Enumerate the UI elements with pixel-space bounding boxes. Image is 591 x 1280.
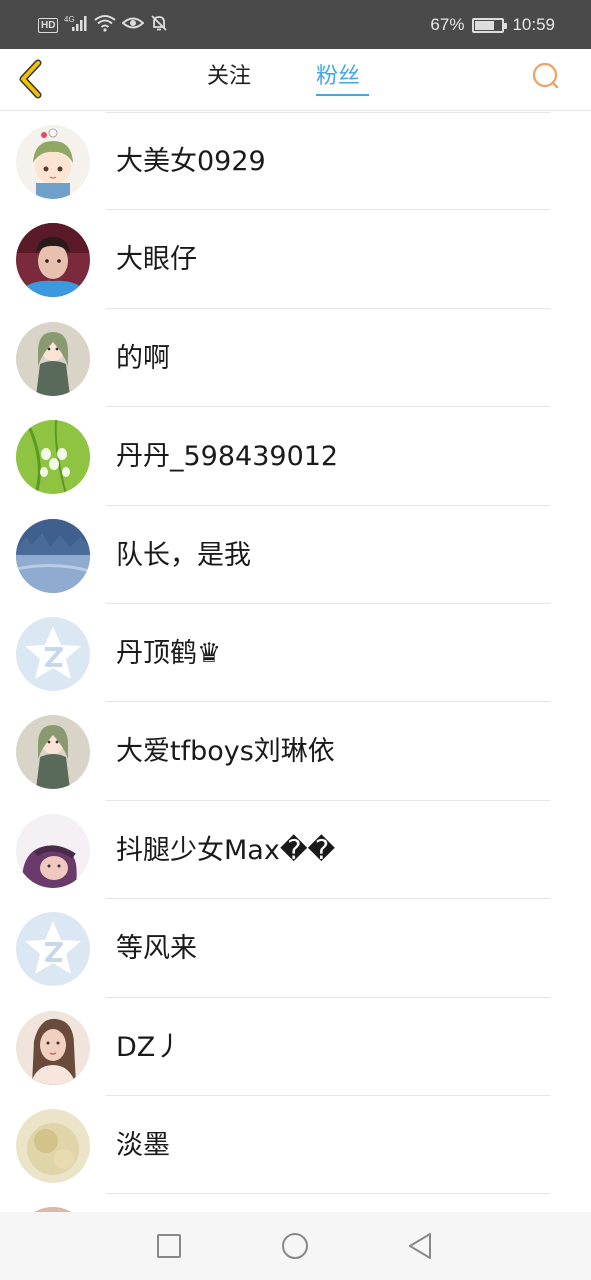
fan-nickname: 队长，是我 — [116, 539, 251, 571]
fan-list-item[interactable]: 队长，是我 — [0, 506, 591, 604]
wifi-icon — [94, 14, 117, 36]
status-icons-left: HD 4G — [38, 14, 168, 36]
battery-icon — [472, 17, 508, 33]
circle-icon — [282, 1233, 308, 1259]
clock: 10:59 — [512, 15, 555, 34]
fan-list-item[interactable]: 大美女0929 — [0, 112, 591, 211]
default-qq-avatar[interactable] — [16, 616, 90, 691]
fan-nickname: 丹丹_598439012 — [116, 441, 339, 473]
fan-list-item[interactable]: 的啊 — [0, 309, 591, 408]
fan-nickname: 的啊 — [116, 342, 170, 374]
anime-boy-avatar[interactable] — [16, 125, 90, 199]
fan-list-item[interactable]: 大爱tfboys刘琳依 — [0, 702, 591, 801]
default-qq-avatar[interactable] — [16, 912, 90, 987]
fan-list-item-partial[interactable] — [0, 1194, 591, 1212]
anime-girl-avatar[interactable] — [16, 715, 90, 790]
signal-icon: 4G — [64, 14, 88, 36]
fan-list-item[interactable]: 抖腿少女Max�� — [0, 801, 591, 900]
status-bar: HD 4G 67% 10:59 — [0, 0, 591, 49]
search-icon — [532, 62, 559, 89]
mute-bell-icon — [150, 14, 168, 36]
top-navigation-bar: 关注 粉丝 — [0, 49, 591, 111]
fan-nickname: 等风来 — [116, 933, 197, 965]
fan-list-item[interactable]: 等风来 — [0, 899, 591, 998]
fan-nickname: 丹顶鹤♛ — [116, 637, 222, 669]
search-button[interactable] — [531, 61, 561, 91]
tab-bar: 关注 粉丝 — [0, 49, 591, 111]
faded-photo-avatar[interactable] — [16, 1108, 90, 1183]
anime-girl-avatar[interactable] — [16, 321, 90, 396]
hd-badge: HD — [38, 17, 59, 33]
fan-nickname: 淡墨 — [116, 1129, 170, 1161]
photo-avatar[interactable] — [16, 223, 90, 298]
fan-nickname: 抖腿少女Max�� — [116, 834, 336, 866]
square-icon — [157, 1234, 181, 1258]
fan-list-item[interactable]: 丹顶鹤♛ — [0, 604, 591, 703]
fan-nickname: 大眼仔 — [116, 244, 197, 276]
recent-apps-button[interactable] — [153, 1230, 185, 1262]
tab-fans[interactable]: 粉丝 — [316, 63, 360, 91]
home-button[interactable] — [279, 1230, 311, 1262]
fan-list-item[interactable]: 丹丹_598439012 — [0, 407, 591, 506]
fan-nickname: 大爱tfboys刘琳依 — [116, 736, 335, 768]
fans-list: 大美女0929 大眼仔的啊丹丹_598439012 队长，是我丹顶鹤♛ 大爱tfboy… — [0, 112, 591, 1212]
fan-list-item[interactable]: 大眼仔 — [0, 210, 591, 309]
fan-nickname: 大美女0929 — [116, 146, 266, 177]
battery-percent: 67% — [430, 15, 465, 34]
green-plant-avatar[interactable] — [16, 420, 90, 495]
tab-following[interactable]: 关注 — [207, 63, 251, 91]
fan-nickname: DZ丿 — [116, 1031, 183, 1063]
system-navigation-bar — [0, 1212, 591, 1280]
battery-level — [475, 20, 495, 30]
portrait-photo-avatar[interactable] — [16, 1010, 90, 1085]
status-icons-right: 67% 10:59 — [430, 12, 555, 38]
network-type-label: 4G — [64, 15, 75, 24]
fan-list-item[interactable]: 淡墨 — [0, 1096, 591, 1195]
active-tab-indicator — [316, 94, 369, 96]
triangle-back-icon — [409, 1233, 431, 1259]
fan-list-item[interactable]: DZ丿 — [0, 998, 591, 1096]
snow-landscape-avatar[interactable] — [16, 518, 90, 593]
back-nav-button[interactable] — [404, 1230, 436, 1262]
eye-comfort-icon — [121, 15, 145, 35]
purple-girl-avatar[interactable] — [16, 813, 90, 888]
